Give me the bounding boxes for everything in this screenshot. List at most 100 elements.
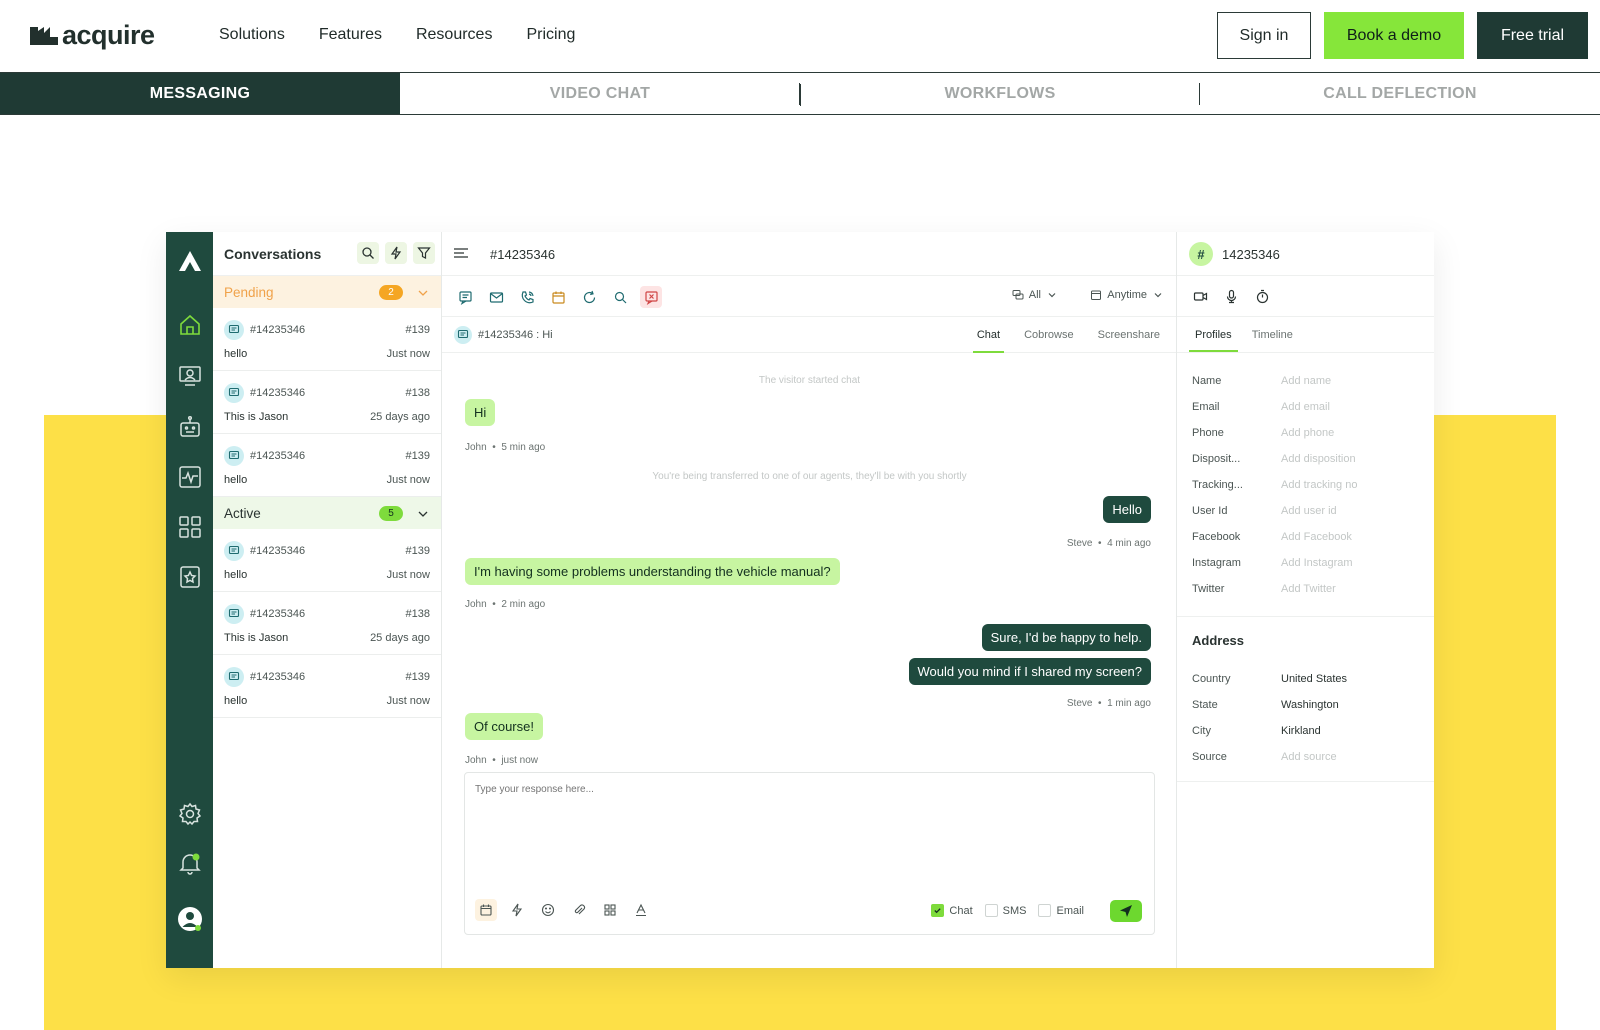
active-label: Active — [224, 505, 261, 521]
conversation-number: #139 — [405, 450, 430, 462]
notifications-bell-icon[interactable] — [177, 850, 203, 876]
field-value[interactable]: Add Twitter — [1281, 583, 1336, 595]
filter-all-dropdown[interactable]: All — [1012, 289, 1058, 301]
search-icon[interactable] — [609, 286, 631, 308]
field-value[interactable]: Add name — [1281, 375, 1331, 387]
chat-bubble-icon — [224, 667, 244, 687]
microphone-icon[interactable] — [1222, 287, 1240, 305]
conversation-item[interactable]: #14235346 #139 hello Just now — [213, 434, 441, 497]
tab-label: WORKFLOWS — [944, 84, 1056, 102]
video-camera-icon[interactable] — [1191, 287, 1209, 305]
calendar-icon[interactable] — [547, 286, 569, 308]
message-time: 2 min ago — [501, 599, 546, 610]
conversation-number: #139 — [405, 324, 430, 336]
nav-pricing[interactable]: Pricing — [526, 26, 575, 44]
response-input[interactable] — [475, 784, 1135, 795]
conversations-title: Conversations — [224, 245, 322, 262]
field-value[interactable]: Add phone — [1281, 427, 1334, 439]
field-value[interactable]: Add Facebook — [1281, 531, 1352, 543]
settings-icon[interactable] — [177, 801, 203, 827]
user-avatar-icon[interactable] — [177, 906, 203, 932]
field-value[interactable]: Kirkland — [1281, 725, 1321, 737]
conversation-item[interactable]: #14235346 #139 hello Just now — [213, 529, 441, 592]
tab-call-deflection[interactable]: CALL DEFLECTION — [1200, 73, 1600, 114]
tab-profiles[interactable]: Profiles — [1189, 317, 1238, 352]
lightning-icon[interactable] — [506, 899, 528, 921]
channel-email-checkbox[interactable]: Email — [1038, 904, 1084, 917]
agent-monitor-icon[interactable] — [177, 363, 203, 389]
conversation-item[interactable]: #14235346 #139 hello Just now — [213, 655, 441, 718]
conversation-item[interactable]: #14235346 #138 This is Jason 25 days ago — [213, 371, 441, 434]
calendar-icon — [1091, 290, 1102, 300]
attachment-icon[interactable] — [568, 899, 590, 921]
field-label: Tracking... — [1192, 479, 1243, 491]
tab-timeline[interactable]: Timeline — [1246, 317, 1299, 352]
conversation-preview: hello — [224, 569, 248, 581]
field-value[interactable]: Add disposition — [1281, 453, 1356, 465]
apps-grid-icon[interactable] — [599, 899, 621, 921]
field-value[interactable]: Add tracking no — [1281, 479, 1357, 491]
field-value[interactable]: Washington — [1281, 699, 1339, 711]
email-icon[interactable] — [485, 286, 507, 308]
apps-grid-icon[interactable] — [177, 514, 203, 540]
acquire-logo[interactable]: acquire — [30, 20, 155, 51]
free-trial-button[interactable]: Free trial — [1477, 12, 1588, 59]
channel-label: SMS — [1002, 904, 1027, 917]
nav-resources[interactable]: Resources — [416, 26, 492, 44]
pending-group-header[interactable]: Pending 2 — [213, 276, 441, 308]
lightning-icon[interactable] — [385, 242, 407, 264]
nav-solutions[interactable]: Solutions — [219, 26, 285, 44]
menu-icon[interactable] — [453, 246, 469, 260]
tab-chat[interactable]: Chat — [972, 317, 1005, 353]
nav-features[interactable]: Features — [319, 26, 382, 44]
send-button[interactable] — [1110, 900, 1142, 922]
conversations-panel: Conversations Pending 2 #14235346 #139 h… — [213, 232, 442, 968]
profile-panel: # 14235346 Profiles Timeline Name Add nam… — [1177, 232, 1434, 968]
calendar-icon[interactable] — [475, 899, 497, 921]
home-icon[interactable] — [177, 312, 203, 338]
emoji-icon[interactable] — [537, 899, 559, 921]
send-icon — [1120, 905, 1132, 917]
field-label: User Id — [1192, 505, 1228, 517]
field-label: Twitter — [1192, 583, 1225, 595]
field-value[interactable]: Add source — [1281, 751, 1337, 763]
tab-video-chat[interactable]: VIDEO CHAT — [400, 73, 800, 114]
refresh-icon[interactable] — [578, 286, 600, 308]
field-value[interactable]: Add user id — [1281, 505, 1337, 517]
logo-wordmark: acquire — [62, 20, 155, 50]
conversation-number: #139 — [405, 671, 430, 683]
sign-in-button[interactable]: Sign in — [1217, 12, 1311, 59]
field-value[interactable]: Add email — [1281, 401, 1330, 413]
bot-icon[interactable] — [177, 414, 203, 440]
channel-chat-checkbox[interactable]: Chat — [931, 904, 973, 917]
app-logo-icon[interactable] — [177, 248, 203, 274]
tab-cobrowse[interactable]: Cobrowse — [1020, 317, 1078, 353]
active-count-badge: 5 — [379, 506, 403, 521]
phone-call-icon[interactable] — [516, 286, 538, 308]
timer-icon[interactable] — [1253, 287, 1271, 305]
field-label: Disposit... — [1192, 453, 1241, 465]
field-value[interactable]: United States — [1281, 673, 1347, 685]
tab-screenshare[interactable]: Screenshare — [1094, 317, 1164, 353]
text-format-icon[interactable] — [630, 899, 652, 921]
tab-messaging[interactable]: MESSAGING — [0, 73, 400, 114]
conversation-item[interactable]: #14235346 #138 This is Jason 25 days ago — [213, 592, 441, 655]
field-label: Email — [1192, 401, 1220, 413]
conversation-time: 25 days ago — [370, 411, 430, 423]
tab-workflows[interactable]: WORKFLOWS — [800, 73, 1200, 114]
close-chat-icon[interactable] — [640, 286, 662, 308]
filter-all-label: All — [1028, 289, 1041, 301]
filter-time-dropdown[interactable]: Anytime — [1090, 289, 1164, 301]
search-icon[interactable] — [357, 242, 379, 264]
channel-sms-checkbox[interactable]: SMS — [984, 904, 1027, 917]
conversation-item[interactable]: #14235346 #139 hello Just now — [213, 308, 441, 371]
book-demo-button[interactable]: Book a demo — [1324, 12, 1464, 59]
active-group-header[interactable]: Active 5 — [213, 497, 441, 529]
chat-icon[interactable] — [454, 286, 476, 308]
field-value[interactable]: Add Instagram — [1281, 557, 1353, 569]
message-meta: John • 2 min ago — [465, 599, 546, 610]
message-time: 5 min ago — [501, 442, 546, 453]
analytics-icon[interactable] — [177, 464, 203, 490]
favorites-icon[interactable] — [177, 564, 203, 590]
filter-icon[interactable] — [413, 242, 435, 264]
